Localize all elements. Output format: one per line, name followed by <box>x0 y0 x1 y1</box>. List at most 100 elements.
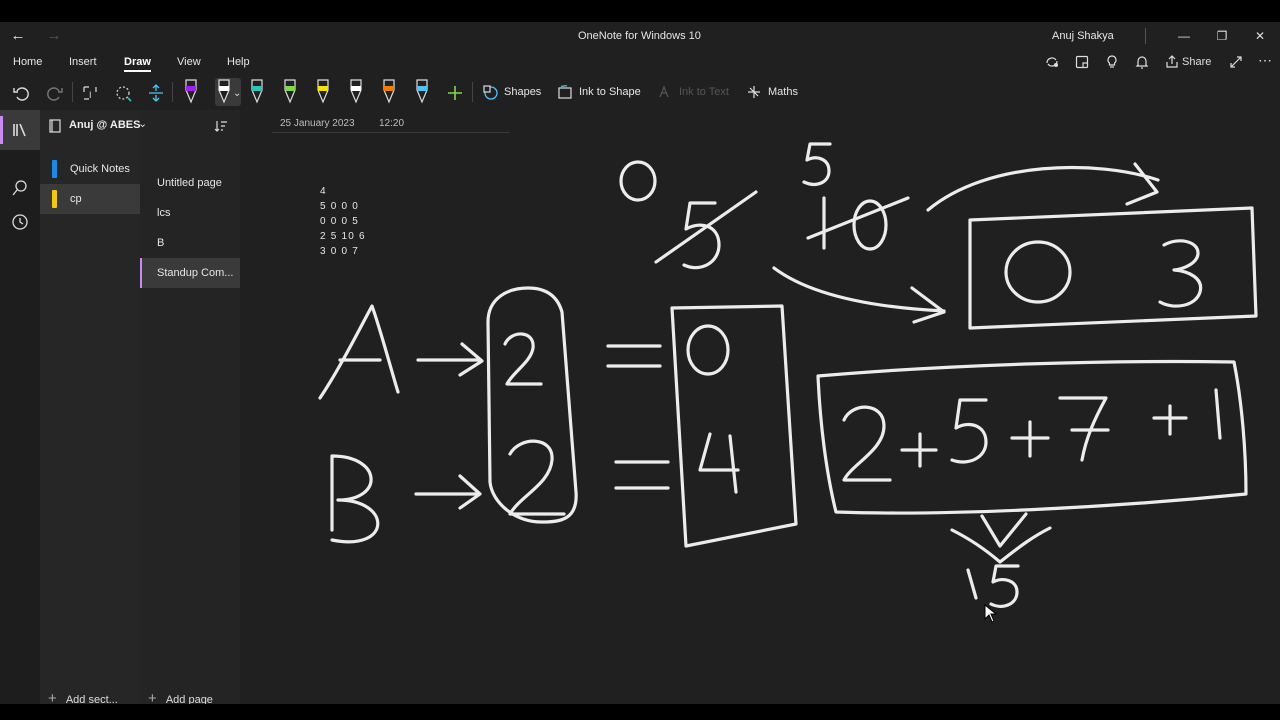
divider <box>1145 28 1146 44</box>
divider <box>72 82 73 102</box>
onenote-window: ← → OneNote for Windows 10 Anuj Shakya —… <box>0 22 1280 704</box>
ink-digit-2 <box>503 332 543 386</box>
pen-icon <box>251 79 263 104</box>
svg-text:I: I <box>89 90 92 100</box>
minimize-icon[interactable]: — <box>1166 25 1202 47</box>
lasso-select-icon[interactable]: I <box>80 83 100 103</box>
pen-icon <box>284 79 296 104</box>
ink-equals <box>606 344 662 368</box>
section-label: Quick Notes <box>70 163 130 175</box>
pen-icon <box>383 79 395 104</box>
ink-digit-1 <box>966 568 978 600</box>
lasso-icon[interactable] <box>114 83 134 103</box>
expand-icon[interactable] <box>1228 54 1244 70</box>
ink-plus <box>1152 404 1188 436</box>
tab-help[interactable]: Help <box>227 56 250 68</box>
notebook-name: Anuj @ ABES <box>69 119 141 131</box>
share-button[interactable]: Share <box>1182 56 1211 68</box>
lightbulb-icon[interactable] <box>1104 54 1120 70</box>
notebook-switcher[interactable]: Anuj @ ABES ⌄ <box>40 110 240 140</box>
add-section-button[interactable]: + Add sect... <box>48 690 118 704</box>
shapes-label: Shapes <box>504 86 542 98</box>
ink-plus <box>900 432 938 468</box>
section-cp[interactable]: cp <box>40 184 140 214</box>
add-page-button[interactable]: + Add page <box>148 690 213 704</box>
pen-5-button[interactable] <box>314 78 332 106</box>
recent-icon[interactable] <box>8 210 32 234</box>
pen-6-button[interactable] <box>347 78 365 106</box>
pen-7-button[interactable] <box>380 78 398 106</box>
ink-box <box>968 206 1258 330</box>
ink-arrowhead <box>1125 162 1159 206</box>
bell-icon[interactable] <box>1134 54 1150 70</box>
notebooks-icon[interactable] <box>8 118 32 142</box>
ink-to-shape-icon <box>558 85 572 99</box>
ink-arrowhead <box>950 512 1052 564</box>
ink-drawing <box>318 142 1258 608</box>
page-canvas[interactable]: 25 January 2023 12:20 4 5 0 0 0 0 0 0 5 … <box>240 110 1280 704</box>
shapes-button[interactable]: Shapes <box>482 80 541 104</box>
ink-plus <box>1010 420 1050 458</box>
restore-icon[interactable]: ❐ <box>1204 25 1240 47</box>
pen-1-button[interactable] <box>182 78 200 106</box>
ink-digit-0 <box>686 324 730 376</box>
ink-digit-0 <box>1004 240 1072 304</box>
add-page-label: Add page <box>165 694 213 704</box>
maths-button[interactable]: Maths <box>746 80 798 104</box>
page-item[interactable]: lcs <box>140 198 240 228</box>
divider <box>172 82 173 102</box>
draw-toolbar: I ⌄ Shapes Ink to Shape Ink to Text Math… <box>0 74 1280 110</box>
pen-icon <box>350 79 362 104</box>
ink-digit-2 <box>508 439 566 516</box>
section-color-tab <box>52 190 57 208</box>
search-icon[interactable] <box>8 176 32 200</box>
page-label: Standup Com... <box>157 267 234 279</box>
tab-view[interactable]: View <box>177 56 201 68</box>
plus-icon: + <box>148 690 157 704</box>
page-view-icon[interactable] <box>1074 54 1090 70</box>
notebook-icon <box>49 119 61 133</box>
ink-curved-arrow <box>772 266 946 313</box>
pen-8-button[interactable] <box>413 78 431 106</box>
mouse-cursor-icon <box>984 604 998 623</box>
close-icon[interactable]: ✕ <box>1242 25 1278 47</box>
more-options-icon[interactable]: ⋯ <box>1258 52 1272 69</box>
add-section-label: Add sect... <box>65 694 118 704</box>
sort-icon[interactable] <box>213 118 229 134</box>
window-title: OneNote for Windows 10 <box>578 30 701 42</box>
ink-digit-5 <box>989 564 1020 608</box>
undo-icon[interactable] <box>12 84 30 102</box>
section-label: cp <box>70 193 82 205</box>
back-arrow-icon[interactable]: ← <box>6 26 30 46</box>
add-space-icon[interactable] <box>146 83 166 103</box>
ink-digit-3 <box>1158 239 1203 308</box>
ink-equals <box>614 460 670 490</box>
chevron-down-icon[interactable]: ⌄ <box>233 88 241 99</box>
ink-to-text-button: Ink to Text <box>657 80 729 104</box>
ink-to-shape-button[interactable]: Ink to Shape <box>557 80 641 104</box>
pen-icon <box>317 79 329 104</box>
section-quick-notes[interactable]: Quick Notes <box>40 154 140 184</box>
pen-3-button[interactable] <box>248 78 266 106</box>
maths-label: Maths <box>768 86 798 98</box>
add-pen-icon[interactable] <box>446 84 464 102</box>
page-item[interactable]: B <box>140 228 240 258</box>
tab-home[interactable]: Home <box>13 56 42 68</box>
sync-icon[interactable] <box>1044 54 1060 70</box>
ink-curved-arrow <box>926 165 1160 212</box>
share-icon[interactable] <box>1164 54 1180 70</box>
pen-2-button[interactable]: ⌄ <box>215 78 241 106</box>
tab-draw[interactable]: Draw <box>124 56 151 72</box>
active-indicator <box>0 116 3 144</box>
page-item[interactable]: Untitled page <box>140 168 240 198</box>
pen-4-button[interactable] <box>281 78 299 106</box>
ink-digit-5 <box>802 142 832 186</box>
tab-insert[interactable]: Insert <box>69 56 97 68</box>
page-item-selected[interactable]: Standup Com... <box>140 258 240 288</box>
sections-panel: Quick Notes cp + Add sect... <box>40 110 140 704</box>
user-name[interactable]: Anuj Shakya <box>1052 30 1114 42</box>
ribbon-tabs: Home Insert Draw View Help Share ⋯ <box>0 50 1280 74</box>
title-bar: ← → OneNote for Windows 10 Anuj Shakya —… <box>0 22 1280 50</box>
ink-to-text-label: Ink to Text <box>679 86 729 98</box>
forward-arrow-icon: → <box>46 27 62 44</box>
